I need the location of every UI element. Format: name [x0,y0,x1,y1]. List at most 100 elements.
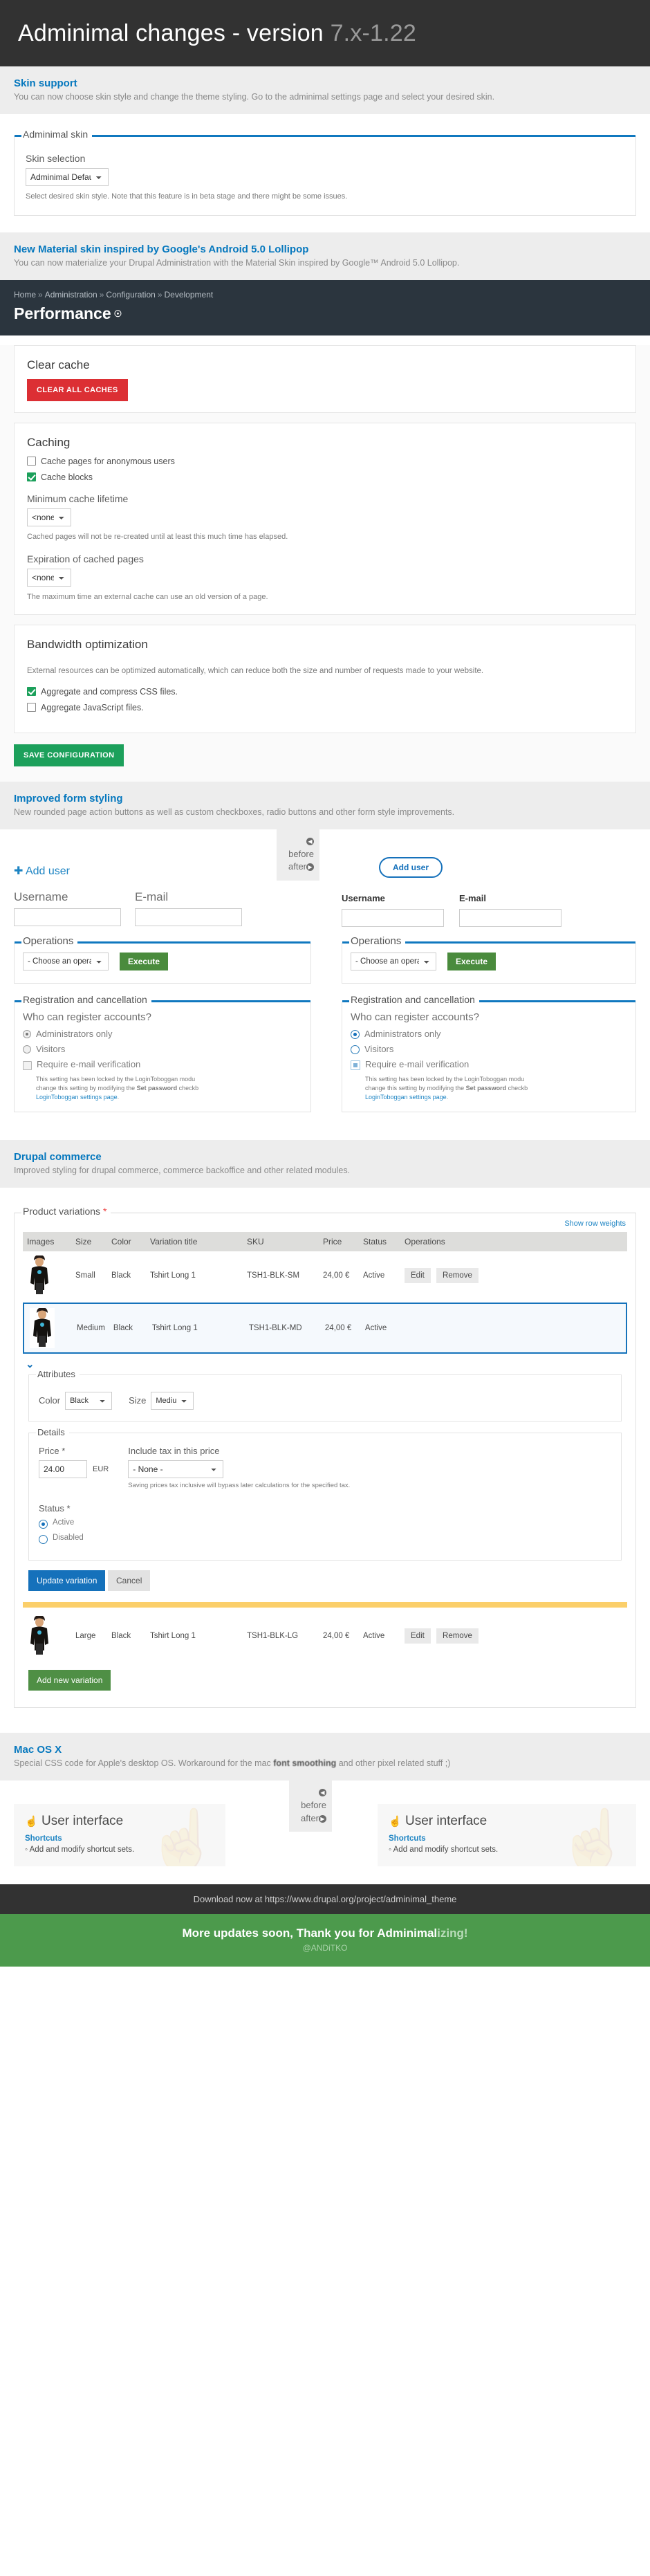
radio-row-visitors-new[interactable]: Visitors [351,1044,627,1054]
radio-icon-visitors-new[interactable] [351,1045,360,1054]
username-input-old[interactable] [14,908,121,926]
save-configuration-button[interactable]: SAVE CONFIGURATION [14,744,124,766]
table-row[interactable]: Large Black Tshirt Long 1 TSH1-BLK-LG 24… [23,1612,627,1660]
aggregate-css-row[interactable]: Aggregate and compress CSS files. [27,687,623,697]
edit-button[interactable]: Edit [405,1267,431,1283]
checkbox-icon-aggregate-css[interactable] [27,687,36,697]
aggregate-js-row[interactable]: Aggregate JavaScript files. [27,703,623,712]
breadcrumb-item-home[interactable]: Home [14,290,36,300]
radio-row-disabled[interactable]: Disabled [39,1534,611,1544]
expiration-description: The maximum time an external cache can u… [27,593,268,601]
radio-label-active: Active [53,1518,75,1527]
locked-note-new: This setting has been locked by the Logi… [365,1075,528,1101]
user-interface-card-after: ☝ User interface Shortcuts ◦ Add and mod… [378,1803,636,1866]
table-row[interactable]: Medium Black Tshirt Long 1 TSH1-BLK-MD 2… [24,1304,626,1352]
cell-status: Active [364,1323,387,1332]
cell-title: Tshirt Long 1 [150,1631,196,1640]
radio-row-visitors-old[interactable]: Visitors [23,1044,302,1054]
cell-image [23,1251,71,1300]
radio-icon-visitors-old[interactable] [23,1045,31,1054]
tax-select[interactable]: - None - [128,1460,224,1478]
operation-select-old[interactable]: - Choose an operation - [23,952,109,970]
add-new-variation-button[interactable]: Add new variation [28,1669,111,1691]
radio-row-admins-new[interactable]: Administrators only [351,1029,627,1039]
clear-all-caches-button[interactable]: CLEAR ALL CACHES [27,378,128,401]
attribute-size-select[interactable]: Medium [151,1391,194,1410]
settings-icon[interactable]: ☉ [114,309,122,319]
checkbox-row-verify-new[interactable]: Require e-mail verification [351,1059,627,1070]
expiration-select[interactable]: <none> [27,569,71,587]
cell-price: 24,00 € [324,1323,352,1332]
remove-button[interactable]: Remove [436,1267,479,1283]
bandwidth-panel: Bandwidth optimization External resource… [14,624,636,733]
logintoboggan-settings-link-new[interactable]: LoginToboggan settings page [365,1094,447,1101]
tax-group: Include tax in this price - None - Savin… [128,1446,350,1489]
fieldset-corner [15,135,20,137]
status-group: Status * Active Disabled [39,1503,611,1544]
cell-size: Large [75,1631,96,1640]
radio-icon-admins-old[interactable] [23,1029,31,1038]
checkbox-icon-cache-blocks[interactable] [27,472,36,481]
tshirt-photo-icon [27,1615,52,1656]
add-user-link-old[interactable]: ✚ Add user [14,864,311,878]
email-input-new[interactable] [459,908,561,927]
radio-row-active[interactable]: Active [39,1518,611,1529]
registration-fieldset-new: Registration and cancellation Who can re… [342,993,636,1112]
breadcrumb: Home» Administration» Configuration» Develo… [14,290,636,300]
checkbox-icon-verify-old[interactable] [23,1060,32,1070]
tshirt-thumbnail [27,1255,52,1296]
logintoboggan-settings-link-old[interactable]: LoginToboggan settings page [36,1094,118,1101]
radio-icon-active[interactable] [39,1519,48,1529]
execute-button-new[interactable]: Execute [447,952,496,970]
clear-cache-heading: Clear cache [27,358,90,371]
cache-blocks-row[interactable]: Cache blocks [27,472,623,482]
min-cache-lifetime-select[interactable]: <none> [27,508,71,526]
user-fields-old: Username E-mail [14,890,311,926]
remove-button[interactable]: Remove [436,1628,479,1644]
promo-text-forms: New rounded page action buttons as well … [14,807,455,817]
price-input[interactable] [39,1460,87,1478]
execute-button-old[interactable]: Execute [120,952,169,970]
chevron-down-icon[interactable]: ⌄ [26,1358,627,1370]
breadcrumb-item-administration[interactable]: Administration [45,290,98,300]
radio-label-visitors-old: Visitors [36,1043,66,1054]
hero-banner: Adminimal changes - version 7.x-1.22 [0,0,650,66]
username-input-new[interactable] [342,908,444,927]
operation-select-new[interactable]: - Choose an operation - [351,952,436,970]
attribute-color-select[interactable]: Black [65,1391,113,1410]
radio-icon-admins-new[interactable] [351,1029,360,1039]
email-input-old[interactable] [135,908,242,926]
download-link[interactable]: Download now at https://www.drupal.org/p… [194,1894,457,1904]
edit-button[interactable]: Edit [405,1628,431,1644]
before-after-badge: ◀before after ▶ [277,829,319,881]
cache-anonymous-row[interactable]: Cache pages for anonymous users [27,457,623,466]
breadcrumb-sep: » [157,289,162,300]
cell-status: Active [363,1631,385,1640]
cancel-button[interactable]: Cancel [108,1570,151,1591]
checkbox-label-verify-new: Require e-mail verification [365,1058,470,1069]
version-label: 7.x-1.22 [330,19,417,46]
checkbox-icon-verify-new[interactable] [351,1060,360,1070]
skin-selection-select[interactable]: Adminimal Default [26,168,109,186]
cell-sku: TSH1-BLK-SM [247,1271,300,1280]
add-user-button-new[interactable]: Add user [379,856,443,878]
update-variation-button[interactable]: Update variation [28,1570,106,1591]
breadcrumb-item-development[interactable]: Development [165,290,214,300]
cell-sku: TSH1-BLK-LG [247,1631,299,1640]
selected-variation-row[interactable]: Medium Black Tshirt Long 1 TSH1-BLK-MD 2… [23,1302,627,1354]
hand-watermark-icon: ☝ [556,1807,631,1866]
locked-note-old: This setting has been locked by the Logi… [36,1075,199,1101]
cell-price: 24,00 € [323,1631,350,1640]
registration-legend-new: Registration and cancellation [349,993,479,1005]
show-row-weights-link[interactable]: Show row weights [23,1218,627,1232]
fieldset-corner [342,1000,348,1002]
checkbox-icon-aggregate-js[interactable] [27,703,36,712]
checkbox-icon-cache-anonymous[interactable] [27,457,36,466]
radio-icon-disabled[interactable] [39,1534,48,1544]
col-price: Price [319,1231,359,1251]
breadcrumb-item-configuration[interactable]: Configuration [106,290,155,300]
radio-row-admins-old[interactable]: Administrators only [23,1029,302,1039]
registration-legend-old: Registration and cancellation [21,993,151,1005]
checkbox-row-verify-old[interactable]: Require e-mail verification [23,1059,302,1070]
table-row[interactable]: Small Black Tshirt Long 1 TSH1-BLK-SM 24… [23,1251,627,1300]
